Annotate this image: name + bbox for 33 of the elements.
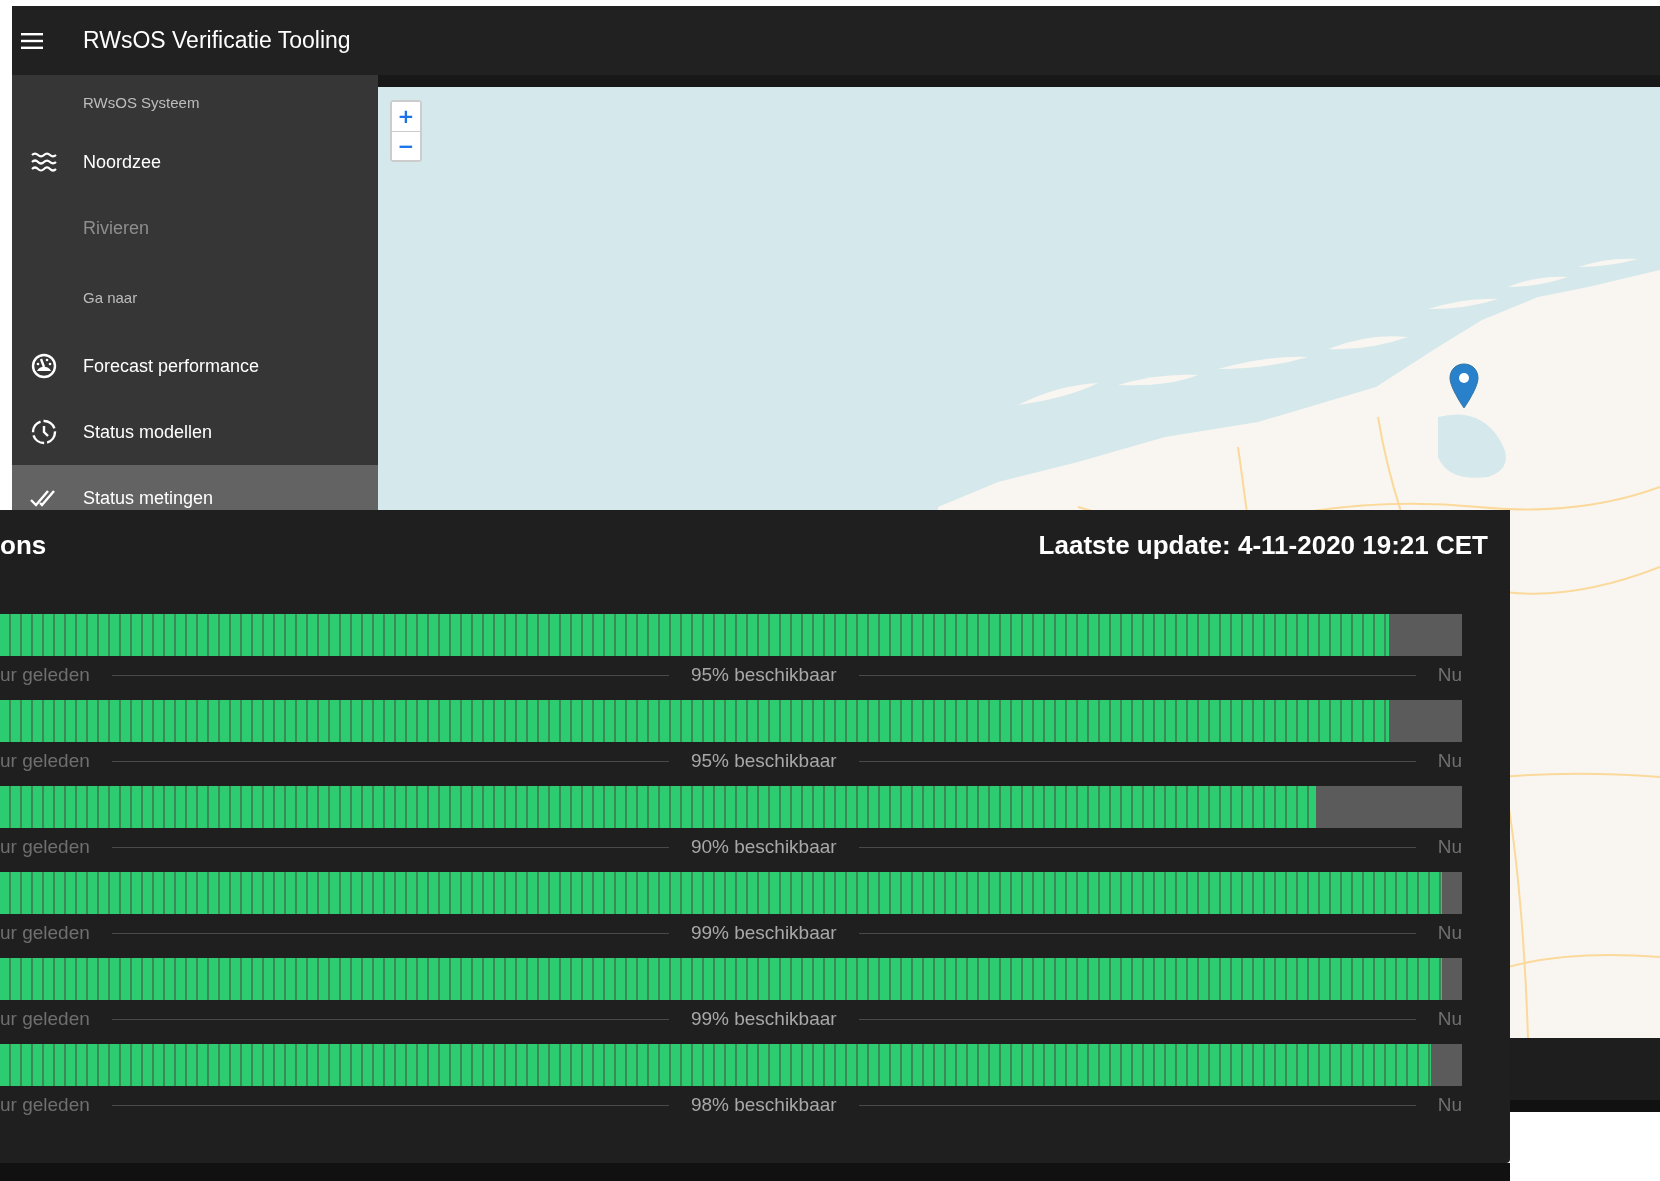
- start-time-label: ur geleden: [0, 1008, 90, 1030]
- start-time-label: ur geleden: [0, 836, 90, 858]
- last-update-text: Laatste update: 4-11-2020 19:21 CET: [1038, 529, 1488, 561]
- waves-icon: [30, 152, 57, 172]
- end-time-label: Nu: [1437, 836, 1462, 858]
- section-header: Ga naar: [82, 287, 139, 308]
- availability-label: 95% beschikbaar: [690, 750, 837, 772]
- clock-icon: [30, 419, 57, 445]
- map-marker-icon[interactable]: [1449, 363, 1479, 409]
- end-time-label: Nu: [1437, 750, 1462, 772]
- availability-label: 98% beschikbaar: [690, 1094, 837, 1116]
- availability-label: 99% beschikbaar: [690, 922, 837, 944]
- gauge-icon: [30, 353, 57, 379]
- panel-title: ons: [0, 529, 47, 561]
- end-time-label: Nu: [1437, 664, 1462, 686]
- availability-label: 99% beschikbaar: [690, 1008, 837, 1030]
- end-time-label: Nu: [1437, 922, 1462, 944]
- start-time-label: ur geleden: [0, 664, 90, 686]
- end-time-label: Nu: [1437, 1008, 1462, 1030]
- menu-icon[interactable]: [21, 32, 43, 49]
- start-time-label: ur geleden: [0, 750, 90, 772]
- start-time-label: ur geleden: [0, 1094, 90, 1116]
- start-time-label: ur geleden: [0, 922, 90, 944]
- end-time-label: Nu: [1437, 1094, 1462, 1116]
- double-check-icon: [29, 489, 58, 507]
- availability-label: 95% beschikbaar: [690, 664, 837, 686]
- nav-item[interactable]: Forecast performance: [12, 333, 378, 399]
- zoom-out-button[interactable]: −: [392, 131, 420, 160]
- nav-item[interactable]: Noordzee: [12, 129, 378, 195]
- nav-item[interactable]: Status modellen: [12, 399, 378, 465]
- availability-label: 90% beschikbaar: [690, 836, 837, 858]
- app-title: RWsOS Verificatie Tooling: [83, 27, 351, 54]
- section-header: RWsOS Systeem: [82, 92, 201, 113]
